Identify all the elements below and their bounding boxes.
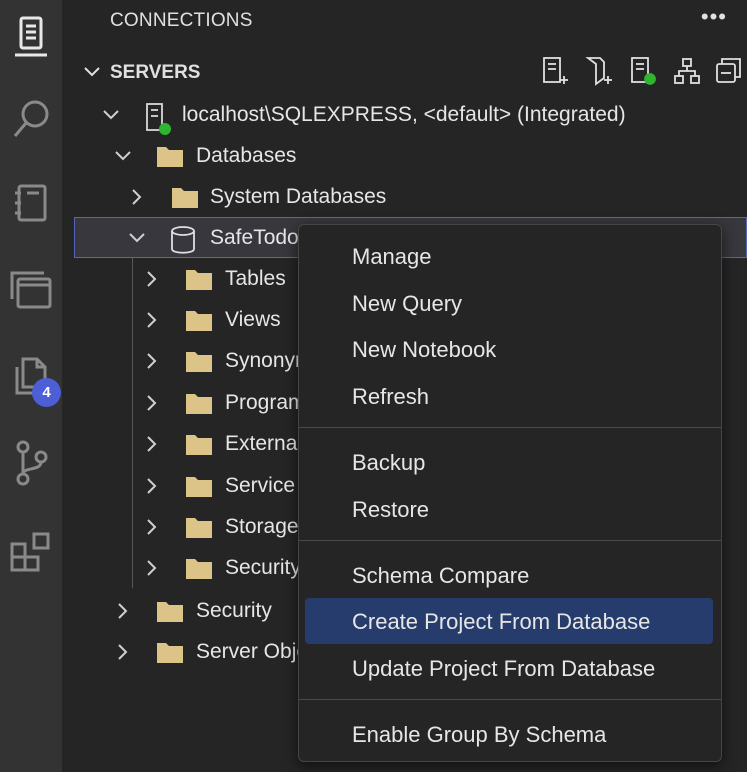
menu-item-schema-compare[interactable]: Schema Compare (305, 552, 713, 598)
menu-item-update-project[interactable]: Update Project From Database (305, 645, 713, 691)
chevron-right-icon (147, 519, 157, 535)
folder-icon (172, 188, 198, 208)
explorer-icon[interactable] (0, 258, 62, 320)
notification-badge: 4 (32, 378, 61, 407)
menu-item-new-query[interactable]: New Query (305, 280, 713, 326)
panel-title: CONNECTIONS (110, 10, 253, 31)
new-connection-icon[interactable] (540, 56, 570, 86)
folder-icon (186, 394, 212, 414)
chevron-right-icon (147, 271, 157, 287)
tree-item-label: localhost\SQLEXPRESS, <default> (Integra… (182, 103, 626, 126)
menu-item-restore[interactable]: Restore (305, 486, 713, 532)
folder-icon (186, 559, 212, 579)
tree-item-databases[interactable]: Databases (62, 135, 747, 176)
source-control-icon[interactable] (0, 432, 62, 494)
chevron-right-icon (118, 603, 128, 619)
folder-icon (157, 147, 183, 167)
menu-item-create-project[interactable]: Create Project From Database (305, 598, 713, 644)
chevron-down-icon (103, 110, 119, 120)
context-menu: Manage New Query New Notebook Refresh Ba… (298, 224, 722, 762)
tree-item-server[interactable]: localhost\SQLEXPRESS, <default> (Integra… (62, 94, 747, 135)
menu-item-refresh[interactable]: Refresh (305, 373, 713, 419)
tree-item-label: SafeTodo (210, 226, 299, 249)
menu-item-manage[interactable]: Manage (305, 233, 713, 279)
notebooks-icon[interactable] (0, 172, 62, 234)
chevron-right-icon (147, 436, 157, 452)
chevron-right-icon (147, 560, 157, 576)
menu-item-backup[interactable]: Backup (305, 439, 713, 485)
chevron-right-icon (147, 353, 157, 369)
server-icon (146, 103, 171, 135)
search-icon[interactable] (0, 88, 62, 150)
chevron-right-icon (132, 189, 142, 205)
database-icon (171, 226, 195, 254)
folder-icon (157, 602, 183, 622)
tree-icon[interactable] (672, 56, 702, 86)
active-connections-icon[interactable] (628, 56, 658, 86)
chevron-right-icon (147, 478, 157, 494)
menu-separator (299, 427, 721, 428)
menu-separator (299, 540, 721, 541)
tree-item-label: Storage (225, 515, 299, 538)
folder-icon (186, 270, 212, 290)
extensions-icon[interactable] (0, 520, 62, 582)
tree-item-label: Security (196, 599, 272, 622)
menu-item-group-by-schema[interactable]: Enable Group By Schema (305, 711, 713, 757)
chevron-down-icon (129, 233, 145, 243)
folder-icon (186, 311, 212, 331)
tree-item-label: Views (225, 308, 281, 331)
activity-bar: 4 (0, 0, 62, 772)
tree-item-label: Databases (196, 144, 297, 167)
chevron-right-icon (147, 395, 157, 411)
tree-item-label: Security (225, 556, 301, 579)
folder-icon (186, 518, 212, 538)
collapse-all-icon[interactable] (714, 56, 744, 86)
chevron-down-icon (84, 67, 100, 77)
tree-item-label: System Databases (210, 185, 387, 208)
tree-item-system-databases[interactable]: System Databases (62, 176, 747, 217)
chevron-right-icon (147, 312, 157, 328)
section-label: SERVERS (110, 62, 201, 83)
new-server-group-icon[interactable] (584, 56, 614, 86)
menu-separator (299, 699, 721, 700)
more-actions-icon[interactable]: ••• (701, 4, 727, 30)
tree-item-label: Tables (225, 267, 286, 290)
folder-icon (186, 435, 212, 455)
chevron-right-icon (118, 644, 128, 660)
folder-icon (157, 643, 183, 663)
folder-icon (186, 352, 212, 372)
chevron-down-icon (115, 151, 131, 161)
menu-item-new-notebook[interactable]: New Notebook (305, 326, 713, 372)
connections-icon[interactable] (0, 6, 62, 68)
folder-icon (186, 477, 212, 497)
